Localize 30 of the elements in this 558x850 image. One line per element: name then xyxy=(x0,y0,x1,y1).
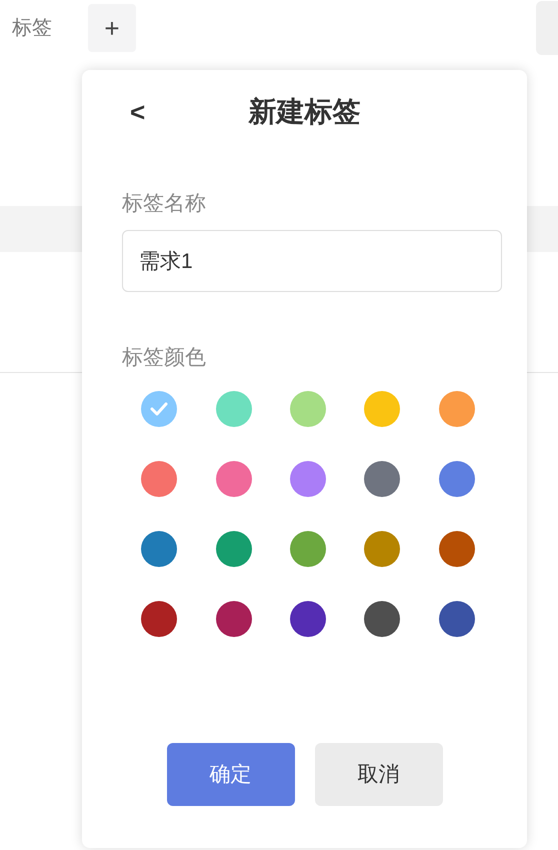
tag-label: 标签 xyxy=(12,16,52,41)
name-input[interactable]: 需求1 xyxy=(122,230,502,292)
name-label: 标签名称 xyxy=(122,191,206,217)
confirm-button[interactable]: 确定 xyxy=(166,743,294,806)
color-swatch[interactable] xyxy=(216,601,252,637)
color-label: 标签颜色 xyxy=(122,344,206,370)
popover-title: 新建标签 xyxy=(248,95,360,129)
back-button[interactable]: < xyxy=(130,92,146,132)
color-swatch[interactable] xyxy=(216,391,252,427)
check-icon xyxy=(150,402,168,416)
color-swatch[interactable] xyxy=(141,391,178,427)
add-button[interactable]: + xyxy=(88,4,136,52)
color-swatch[interactable] xyxy=(290,391,326,427)
color-swatch[interactable] xyxy=(438,531,475,567)
color-swatch[interactable] xyxy=(141,601,178,637)
color-swatch[interactable] xyxy=(290,601,326,637)
color-swatch[interactable] xyxy=(438,461,475,497)
color-swatch[interactable] xyxy=(290,461,326,497)
color-swatch[interactable] xyxy=(364,601,400,637)
color-swatch[interactable] xyxy=(216,531,252,567)
color-swatch[interactable] xyxy=(364,391,400,427)
color-swatch[interactable] xyxy=(216,461,252,497)
color-swatch[interactable] xyxy=(141,461,178,497)
color-swatch[interactable] xyxy=(141,531,178,567)
color-swatch[interactable] xyxy=(364,531,400,567)
cancel-button[interactable]: 取消 xyxy=(314,743,442,806)
color-swatch[interactable] xyxy=(290,531,326,567)
color-swatch[interactable] xyxy=(438,391,475,427)
color-swatch[interactable] xyxy=(364,461,400,497)
color-swatch[interactable] xyxy=(438,601,475,637)
